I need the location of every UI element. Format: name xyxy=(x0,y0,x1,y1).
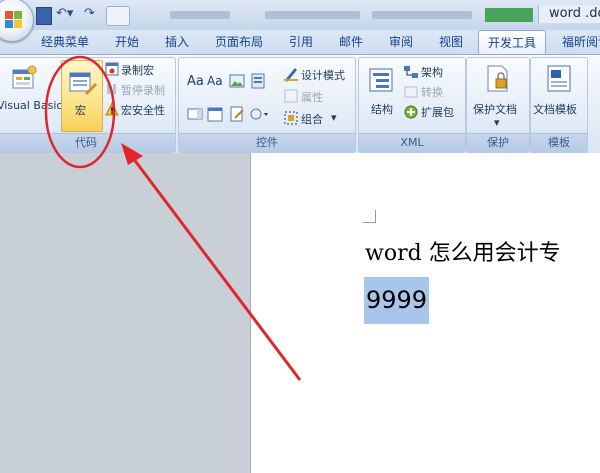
tab-review[interactable]: 审阅 xyxy=(380,30,422,54)
document-template-icon xyxy=(547,65,571,92)
macro-label: 宏 xyxy=(75,104,86,117)
tab-home[interactable]: 开始 xyxy=(106,30,148,54)
protect-document-label: 保护文档 xyxy=(473,103,517,116)
group-controls-label: 控件 xyxy=(179,133,355,152)
blurred-title-text xyxy=(265,11,360,19)
window-title: word .do xyxy=(538,5,600,23)
blurred-title-text xyxy=(372,11,472,19)
tab-classic-menu[interactable]: 经典菜单 xyxy=(30,30,100,54)
transform-button: 转换 xyxy=(403,84,463,100)
expansion-pack-label: 扩展包 xyxy=(421,106,454,119)
document-template-label: 文档模板 xyxy=(533,103,577,116)
macro-button[interactable]: 宏 xyxy=(61,60,103,132)
tools-dropdown-icon[interactable] xyxy=(249,106,269,122)
protect-document-icon xyxy=(487,65,508,92)
pause-recording-label: 暂停录制 xyxy=(121,84,165,97)
properties-button: 属性 xyxy=(283,88,355,104)
transform-label: 转换 xyxy=(421,86,443,99)
margin-corner-mark xyxy=(363,210,376,223)
customize-quick-access-icon[interactable] xyxy=(106,6,130,26)
record-macro-label: 录制宏 xyxy=(121,64,154,77)
taskbar-accent xyxy=(485,8,533,22)
group-label: 组合 xyxy=(301,113,323,126)
group-templates-label: 模板 xyxy=(531,133,587,152)
group-protect-label: 保护 xyxy=(467,133,529,152)
properties-label: 属性 xyxy=(301,91,323,104)
undo-icon[interactable]: ↶▾ xyxy=(56,7,76,23)
redo-icon[interactable]: ↷ xyxy=(84,7,104,23)
transform-icon xyxy=(404,86,418,98)
pause-recording-button: 暂停录制 xyxy=(105,82,173,98)
structure-icon xyxy=(369,68,393,92)
visual-basic-label: Visual Basic xyxy=(0,99,63,112)
save-icon[interactable] xyxy=(36,7,52,25)
group-xml: 结构 架构 转换 扩展包 XML xyxy=(358,57,466,153)
tab-references[interactable]: 引用 xyxy=(280,30,322,54)
design-mode-button[interactable]: 设计模式 xyxy=(283,66,355,82)
office-logo-icon xyxy=(5,11,22,28)
chevron-down-icon: ▾ xyxy=(494,116,500,129)
structure-label: 结构 xyxy=(371,103,393,116)
document-area: word 怎么用会计专 9999 xyxy=(0,153,600,473)
group-code-label: 代码 xyxy=(0,133,175,152)
tab-insert[interactable]: 插入 xyxy=(156,30,198,54)
group-icon xyxy=(284,111,298,125)
design-mode-label: 设计模式 xyxy=(301,69,345,82)
selected-text[interactable]: 9999 xyxy=(364,277,430,324)
visual-basic-button[interactable]: Visual Basic xyxy=(0,58,63,132)
ribbon-tabs: 经典菜单 开始 插入 页面布局 引用 邮件 审阅 视图 开发工具 福昕阅读 xyxy=(0,30,600,55)
structure-button[interactable]: 结构 xyxy=(361,60,401,130)
schema-icon xyxy=(404,66,418,78)
record-macro-button[interactable]: 录制宏 xyxy=(105,62,173,78)
tab-page-layout[interactable]: 页面布局 xyxy=(206,30,272,54)
building-block-icon[interactable] xyxy=(251,73,265,89)
document-page[interactable]: word 怎么用会计专 9999 xyxy=(250,153,600,473)
macro-security-label: 宏安全性 xyxy=(121,104,165,117)
group-xml-label: XML xyxy=(359,133,465,152)
picture-control-icon[interactable] xyxy=(229,73,245,89)
tab-mailings[interactable]: 邮件 xyxy=(330,30,372,54)
schema-label: 架构 xyxy=(421,66,443,79)
rich-text-control[interactable]: Aa xyxy=(187,74,204,89)
macro-icon xyxy=(69,72,97,95)
group-controls: Aa Aa 设计模式 属性 组合 ▾ 控件 xyxy=(178,57,356,153)
group-templates: 文档模板 模板 xyxy=(530,57,588,153)
protect-document-button[interactable]: 保护文档 ▾ xyxy=(469,60,527,130)
blurred-title-text xyxy=(170,11,230,19)
document-template-button[interactable]: 文档模板 xyxy=(533,60,585,130)
document-text-line[interactable]: word 怎么用会计专 xyxy=(365,235,561,267)
tab-view[interactable]: 视图 xyxy=(430,30,472,54)
tab-developer[interactable]: 开发工具 xyxy=(478,30,546,55)
schema-button[interactable]: 架构 xyxy=(403,64,463,80)
combo-box-icon[interactable] xyxy=(187,106,203,122)
expansion-pack-button[interactable]: 扩展包 xyxy=(403,104,465,120)
record-macro-icon xyxy=(105,62,119,76)
title-bar: ↶▾ ↷ word .do xyxy=(0,0,600,42)
warning-icon xyxy=(105,102,119,116)
properties-icon xyxy=(284,89,298,103)
pause-icon xyxy=(107,84,116,94)
group-protect: 保护文档 ▾ 保护 xyxy=(466,57,530,153)
group-button[interactable]: 组合 ▾ xyxy=(283,110,355,126)
macro-security-button[interactable]: 宏安全性 xyxy=(105,102,173,118)
tab-foxit-reader[interactable]: 福昕阅读 xyxy=(556,30,600,54)
visual-basic-icon xyxy=(12,65,37,89)
date-picker-icon[interactable] xyxy=(207,106,223,122)
expansion-pack-icon xyxy=(404,105,418,119)
group-code: Visual Basic 宏 录制宏 暂停录制 宏安全性 代码 xyxy=(0,57,176,153)
ribbon: Visual Basic 宏 录制宏 暂停录制 宏安全性 代码 Aa Aa 设计… xyxy=(0,54,600,154)
design-mode-icon xyxy=(284,68,298,82)
text-control[interactable]: Aa xyxy=(207,74,223,88)
chevron-down-icon: ▾ xyxy=(331,111,337,124)
legacy-tools-icon[interactable] xyxy=(229,106,245,122)
